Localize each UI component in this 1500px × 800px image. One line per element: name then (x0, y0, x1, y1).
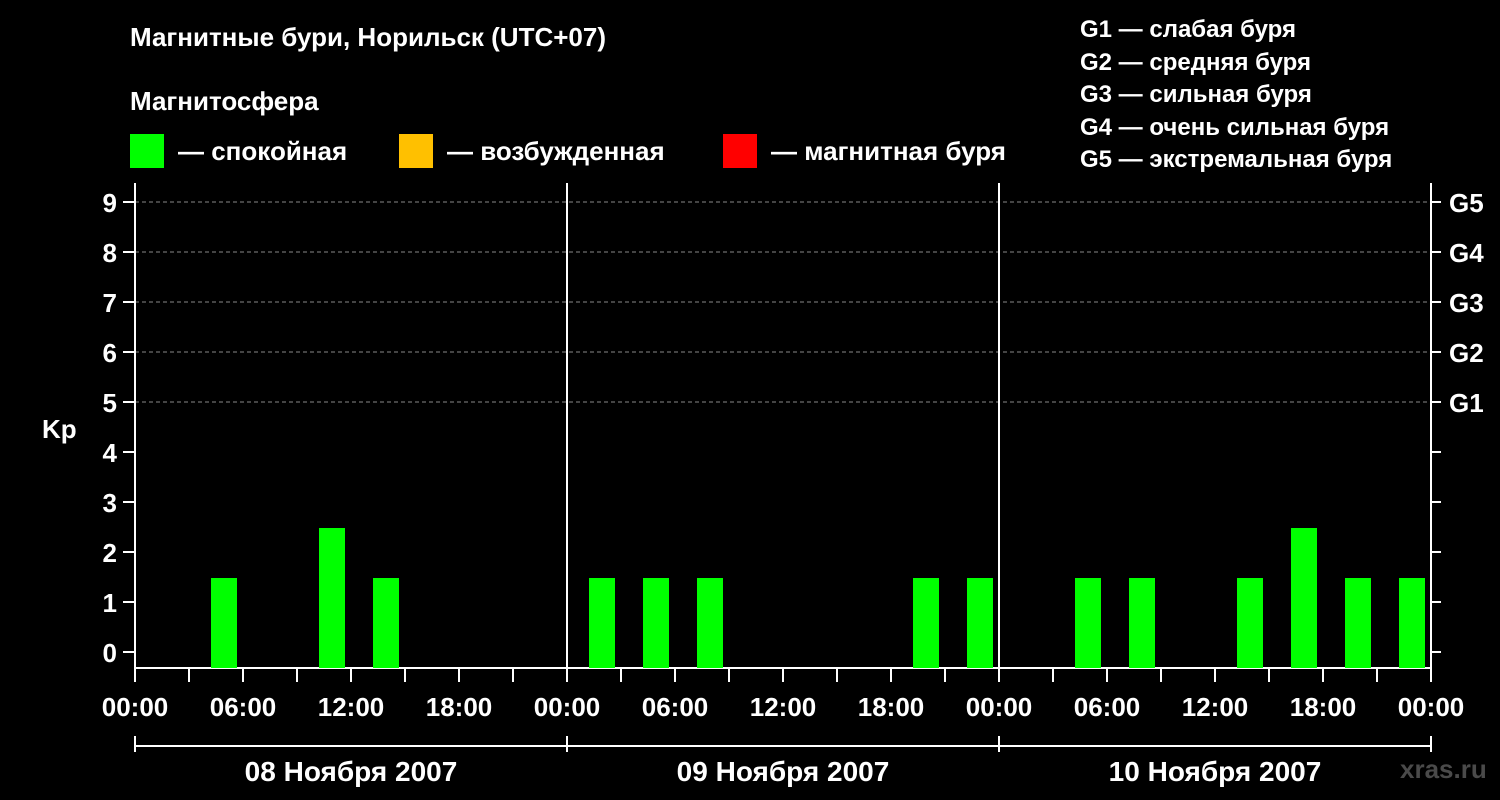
x-tick-label: 18:00 (1290, 692, 1357, 722)
bar (589, 578, 615, 668)
bar (373, 578, 399, 668)
y-tick-label: 4 (103, 438, 118, 468)
g-scale-label: G3 (1449, 288, 1484, 318)
y-tick-label: 0 (103, 638, 117, 668)
y-tick-label: 8 (103, 238, 117, 268)
bar (1129, 578, 1155, 668)
y-tick-label: 3 (103, 488, 117, 518)
y-tick-label: 9 (103, 188, 117, 218)
y-tick-label: 5 (103, 388, 117, 418)
y-axis-title: Kp (42, 414, 77, 444)
x-tick-label: 06:00 (1074, 692, 1141, 722)
x-tick-label: 00:00 (966, 692, 1033, 722)
x-tick-label: 00:00 (534, 692, 601, 722)
x-tick-label: 12:00 (750, 692, 817, 722)
x-tick-label: 18:00 (858, 692, 925, 722)
bar (1237, 578, 1263, 668)
bar (319, 528, 345, 668)
y-tick-label: 2 (103, 538, 117, 568)
x-tick-label: 06:00 (210, 692, 277, 722)
bar (1399, 578, 1425, 668)
bar (1291, 528, 1317, 668)
day-label: 10 Ноября 2007 (1109, 756, 1322, 787)
g-scale-label: G2 (1449, 338, 1484, 368)
x-tick-label: 00:00 (102, 692, 169, 722)
day-label: 08 Ноября 2007 (245, 756, 458, 787)
g-scale-label: G5 (1449, 188, 1484, 218)
g-scale-label: G4 (1449, 238, 1484, 268)
y-tick-label: 6 (103, 338, 117, 368)
x-tick-label: 12:00 (1182, 692, 1249, 722)
x-tick-label: 12:00 (318, 692, 385, 722)
bar (913, 578, 939, 668)
y-tick-label: 1 (103, 588, 117, 618)
bar (697, 578, 723, 668)
x-tick-label: 06:00 (642, 692, 709, 722)
g-scale-label: G1 (1449, 388, 1484, 418)
kp-bar-chart: 0 1 2 3 4 5 6 7 8 9 G1 G2 G3 G4 G5 Kp 00:00 06:00 12:00 18:… (42, 183, 1484, 787)
bar (643, 578, 669, 668)
x-tick-label: 00:00 (1398, 692, 1465, 722)
bar (1075, 578, 1101, 668)
day-label: 09 Ноября 2007 (677, 756, 890, 787)
bar (1345, 578, 1371, 668)
bar (211, 578, 237, 668)
y-tick-label: 7 (103, 288, 117, 318)
watermark: xras.ru (1400, 754, 1487, 784)
x-tick-label: 18:00 (426, 692, 493, 722)
bar (967, 578, 993, 668)
